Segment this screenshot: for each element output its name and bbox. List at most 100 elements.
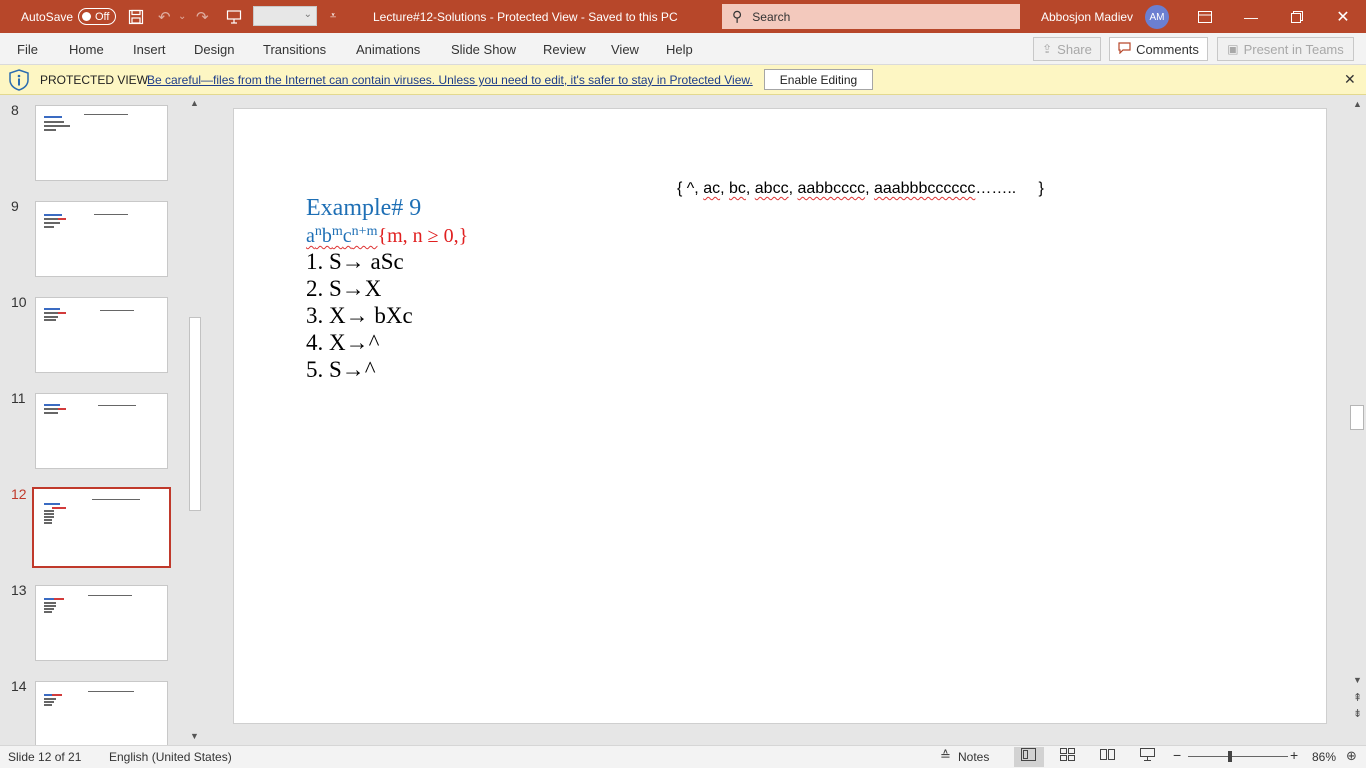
tab-help[interactable]: Help <box>666 33 693 65</box>
language-set-text: { ^, ac, bc, abcc, aabbcccc, aaabbbccccc… <box>677 180 1044 197</box>
slide-thumbnail[interactable] <box>35 393 168 469</box>
info-shield-icon <box>8 69 30 91</box>
tab-insert[interactable]: Insert <box>133 33 166 65</box>
customize-toolbar-icon[interactable]: ⩡ <box>330 0 336 33</box>
zoom-out-icon[interactable]: − <box>1173 747 1181 763</box>
restore-icon[interactable] <box>1274 0 1320 33</box>
tab-file[interactable]: File <box>17 33 38 65</box>
thumbnail-number: 10 <box>11 294 27 310</box>
comment-icon <box>1118 41 1131 57</box>
save-icon[interactable] <box>128 0 144 33</box>
tab-transitions[interactable]: Transitions <box>263 33 326 65</box>
thumbnail-number: 14 <box>11 678 27 694</box>
toggle-knob <box>82 12 91 21</box>
example-title: Example# 9 <box>306 195 422 221</box>
protected-view-message[interactable]: Be careful—files from the Internet can c… <box>147 73 753 87</box>
slide-thumbnail[interactable] <box>35 585 168 661</box>
scroll-up-arrow-icon[interactable]: ▲ <box>190 98 199 108</box>
grammar-rules: 1. S→ aSc 2. S→X 3. X→ bXc 4. X→^ 5. S→^ <box>306 249 413 384</box>
zoom-in-icon[interactable]: + <box>1290 747 1298 763</box>
slide-thumbnail[interactable] <box>35 201 168 277</box>
document-title: Lecture#12-Solutions - Protected View - … <box>373 9 678 24</box>
slide-thumbnail[interactable] <box>35 297 168 373</box>
undo-icon[interactable]: ↶ <box>158 0 171 33</box>
scrollbar-thumb[interactable] <box>189 317 201 511</box>
slide-thumbnail[interactable] <box>35 105 168 181</box>
tab-slide-show[interactable]: Slide Show <box>451 33 516 65</box>
enable-editing-button[interactable]: Enable Editing <box>764 69 873 90</box>
fit-to-window-icon[interactable]: ⊕ <box>1346 748 1357 764</box>
present-in-teams-button[interactable]: ▣ Present in Teams <box>1217 37 1354 61</box>
language-definition: anbmcn+m{m, n ≥ 0,} <box>306 224 469 247</box>
presentation-icon[interactable] <box>226 0 242 33</box>
slide-counter: Slide 12 of 21 <box>8 750 82 764</box>
close-icon[interactable]: ✕ <box>1320 0 1366 33</box>
protected-view-title: PROTECTED VIEW <box>40 73 149 87</box>
tab-design[interactable]: Design <box>194 33 234 65</box>
autosave-label: AutoSave <box>21 9 74 24</box>
tab-animations[interactable]: Animations <box>356 33 420 65</box>
search-placeholder: Search <box>752 9 791 24</box>
previous-slide-icon[interactable]: ⇞ <box>1353 691 1362 704</box>
zoom-level[interactable]: 86% <box>1312 750 1336 764</box>
grammar-rule: 2. S→X <box>306 276 382 301</box>
chevron-down-icon: ⌄ <box>303 9 312 20</box>
scrollbar-thumb[interactable] <box>1350 405 1364 430</box>
slide-sorter-icon[interactable] <box>1060 748 1075 764</box>
avatar[interactable]: AM <box>1145 5 1169 29</box>
thumbnail-number: 8 <box>11 102 19 118</box>
thumbnail-number: 11 <box>11 390 26 406</box>
language-condition: {m, n ≥ 0,} <box>377 225 469 247</box>
grammar-rule: 5. S→^ <box>306 357 376 382</box>
title-bar: AutoSave Off ↶ ⌄ ↷ ⌄ ⩡ Lecture#12-Soluti… <box>0 0 1366 33</box>
thumbnail-number: 9 <box>11 198 19 214</box>
comments-button[interactable]: Comments <box>1109 37 1208 61</box>
normal-view-icon[interactable] <box>1021 748 1036 764</box>
status-bar: Slide 12 of 21 English (United States) ≙… <box>0 745 1366 768</box>
search-box[interactable]: ⚲ Search <box>722 4 1020 29</box>
autosave-toggle[interactable]: Off <box>78 8 116 25</box>
grammar-rule: 3. X→ bXc <box>306 303 413 328</box>
minimize-icon[interactable]: — <box>1228 0 1274 33</box>
language-indicator[interactable]: English (United States) <box>109 750 232 764</box>
notes-button[interactable]: Notes <box>958 750 989 764</box>
notes-icon[interactable]: ≙ <box>940 748 951 764</box>
comments-label: Comments <box>1136 41 1199 57</box>
reading-view-icon[interactable] <box>1100 748 1115 764</box>
slide-thumbnail-pane: 8 9 10 11 12 13 14 <box>0 95 205 745</box>
protected-view-bar: PROTECTED VIEW Be careful—files from the… <box>0 65 1366 95</box>
font-size-box[interactable]: ⌄ <box>253 6 317 26</box>
thumbnail-number: 13 <box>11 582 27 598</box>
slide-thumbnail[interactable] <box>35 681 168 745</box>
ribbon-display-icon[interactable] <box>1182 0 1228 33</box>
share-icon: ⇪ <box>1042 42 1053 56</box>
scroll-down-arrow-icon[interactable]: ▼ <box>190 731 199 741</box>
thumbnail-number: 12 <box>11 486 27 502</box>
grammar-rule: 4. X→^ <box>306 330 380 355</box>
search-icon: ⚲ <box>732 8 743 24</box>
thumbnail-scrollbar[interactable]: ▲ ▼ <box>187 95 203 745</box>
tab-view[interactable]: View <box>611 33 639 65</box>
tab-home[interactable]: Home <box>69 33 104 65</box>
tab-review[interactable]: Review <box>543 33 586 65</box>
share-button[interactable]: ⇪ Share <box>1033 37 1101 61</box>
scroll-up-arrow-icon[interactable]: ▲ <box>1353 99 1362 109</box>
share-label: Share <box>1057 41 1092 57</box>
grammar-rule: 1. S→ aSc <box>306 249 404 274</box>
close-icon[interactable]: ✕ <box>1344 71 1356 88</box>
ribbon-tabs: File Home Insert Design Transitions Anim… <box>0 33 1366 65</box>
zoom-slider-handle[interactable] <box>1228 751 1232 762</box>
slide-scrollbar[interactable]: ▲ ▼ ⇞ ⇟ <box>1348 95 1366 745</box>
redo-icon[interactable]: ↷ <box>196 0 209 33</box>
scroll-down-arrow-icon[interactable]: ▼ <box>1353 675 1362 685</box>
user-name[interactable]: Abbosjon Madiev <box>1041 0 1133 33</box>
autosave-state: Off <box>95 10 110 23</box>
slide-canvas[interactable]: { ^, ac, bc, abcc, aabbcccc, aaabbbccccc… <box>233 108 1327 724</box>
undo-dropdown-icon[interactable]: ⌄ <box>178 0 186 33</box>
teams-icon: ▣ <box>1227 42 1239 56</box>
present-label: Present in Teams <box>1243 41 1344 57</box>
slideshow-view-icon[interactable] <box>1140 748 1155 764</box>
next-slide-icon[interactable]: ⇟ <box>1353 707 1362 720</box>
slide-thumbnail-active[interactable] <box>32 487 171 568</box>
zoom-slider[interactable] <box>1188 756 1288 757</box>
